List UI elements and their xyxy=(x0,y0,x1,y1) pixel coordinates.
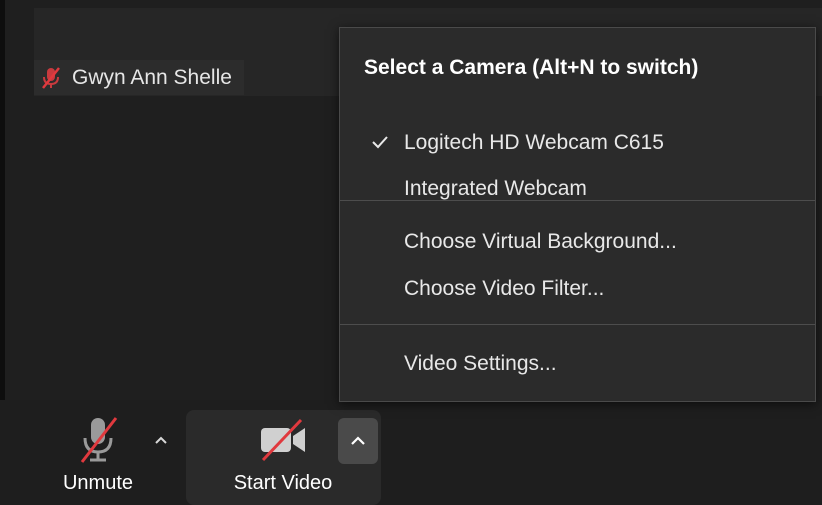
start-video-label: Start Video xyxy=(233,472,333,494)
menu-divider xyxy=(340,324,815,325)
unmute-label: Unmute xyxy=(62,472,134,494)
video-settings-item[interactable]: Video Settings... xyxy=(340,342,815,386)
checkmark-icon xyxy=(372,136,388,149)
camera-option-label: Integrated Webcam xyxy=(404,177,587,200)
camera-option-integrated[interactable]: Integrated Webcam xyxy=(340,167,815,211)
menu-divider xyxy=(340,200,815,201)
mic-muted-icon xyxy=(42,66,60,89)
menu-item-label: Choose Video Filter... xyxy=(404,277,605,300)
camera-menu-title: Select a Camera (Alt+N to switch) xyxy=(364,56,699,79)
unmute-button[interactable]: Unmute xyxy=(48,414,148,495)
start-video-button[interactable]: Start Video xyxy=(208,414,358,495)
video-off-icon xyxy=(261,418,305,462)
menu-item-label: Video Settings... xyxy=(404,352,557,375)
camera-option-label: Logitech HD Webcam C615 xyxy=(404,131,664,154)
video-options-button[interactable] xyxy=(338,418,378,464)
audio-options-button[interactable] xyxy=(150,429,172,451)
choose-virtual-background-item[interactable]: Choose Virtual Background... xyxy=(340,220,815,264)
camera-menu: Select a Camera (Alt+N to switch) Logite… xyxy=(339,27,816,402)
participant-name-label: Gwyn Ann Shelle xyxy=(34,60,244,95)
camera-option-logitech[interactable]: Logitech HD Webcam C615 xyxy=(340,121,815,165)
mic-muted-icon xyxy=(80,417,118,463)
choose-video-filter-item[interactable]: Choose Video Filter... xyxy=(340,267,815,311)
menu-item-label: Choose Virtual Background... xyxy=(404,230,677,253)
chevron-up-icon xyxy=(155,436,167,444)
chevron-up-icon xyxy=(351,436,365,445)
participant-name: Gwyn Ann Shelle xyxy=(72,65,232,89)
